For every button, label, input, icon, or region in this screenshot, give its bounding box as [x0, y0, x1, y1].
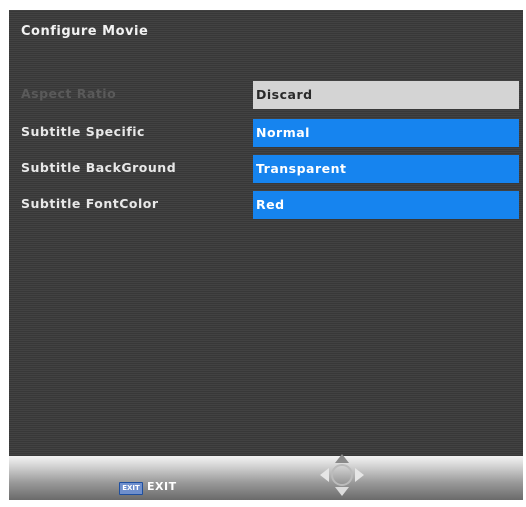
setting-row-subtitle-fontcolor[interactable]: Subtitle FontColor Red: [9, 191, 523, 219]
setting-label: Aspect Ratio: [21, 86, 117, 101]
setting-value[interactable]: Red: [253, 191, 519, 219]
setting-value[interactable]: Transparent: [253, 155, 519, 183]
setting-label: Subtitle BackGround: [21, 160, 177, 175]
dpad-arrows-icon: [320, 454, 364, 496]
setting-value[interactable]: Normal: [253, 119, 519, 147]
setting-label: Subtitle Specific: [21, 124, 145, 139]
footer-bar: EXIT EXIT: [9, 456, 523, 500]
screen: Configure Movie Aspect Ratio Discard Sub…: [9, 10, 523, 500]
setting-row-aspect-ratio[interactable]: Aspect Ratio Discard: [9, 81, 523, 109]
setting-value[interactable]: Discard: [253, 81, 519, 109]
setting-row-subtitle-background[interactable]: Subtitle BackGround Transparent: [9, 155, 523, 183]
page-title: Configure Movie: [21, 24, 149, 39]
exit-label: EXIT: [147, 480, 177, 493]
setting-row-subtitle-specific[interactable]: Subtitle Specific Normal: [9, 119, 523, 147]
setting-label: Subtitle FontColor: [21, 196, 159, 211]
exit-key-icon[interactable]: EXIT: [119, 482, 143, 495]
